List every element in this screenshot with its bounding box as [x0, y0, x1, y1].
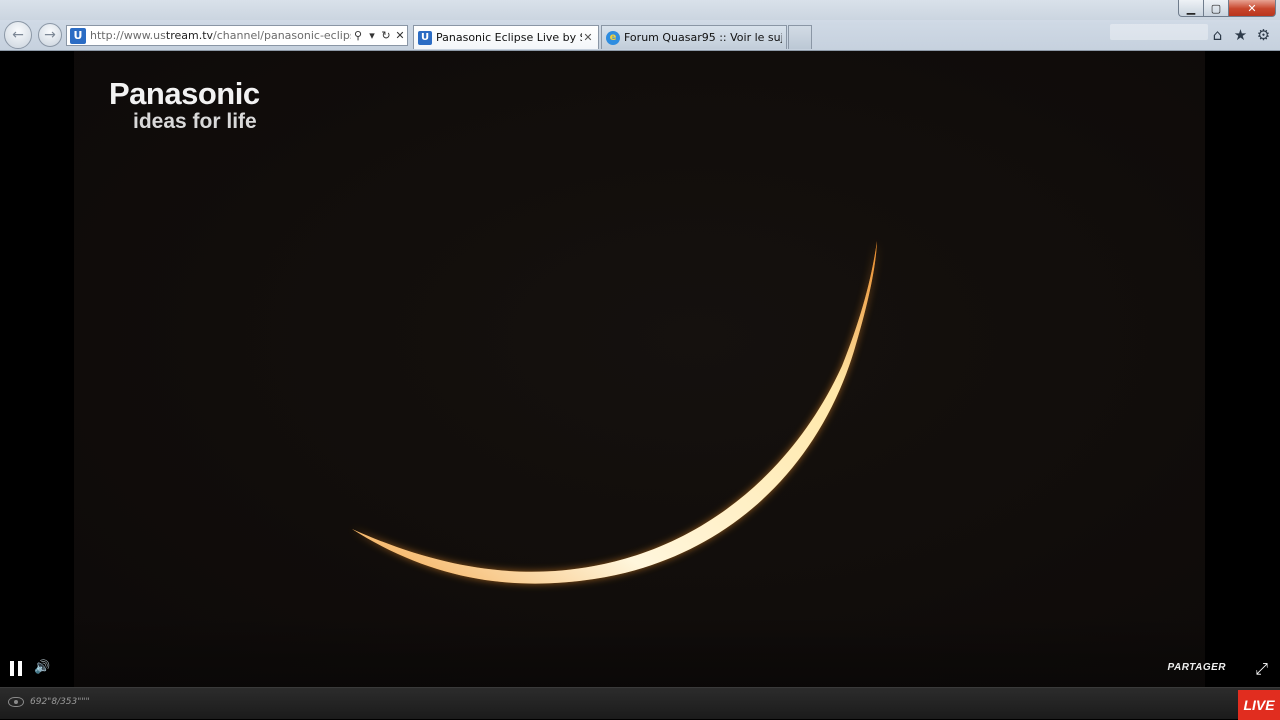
tab-label: Forum Quasar95 :: Voir le sujet ... [624, 31, 782, 44]
blurred-toolbar-region [1110, 24, 1208, 40]
tab-panasonic-eclipse[interactable]: U Panasonic Eclipse Live by S... ✕ [413, 25, 599, 49]
fullscreen-icon[interactable]: ⤢ [1255, 659, 1268, 679]
tab-close-icon[interactable]: ✕ [582, 31, 594, 44]
video-player[interactable]: Panasonic ideas for life 🔊 PARTAGER ⤢ [0, 51, 1280, 687]
viewer-count-text: 692"8/353""" [30, 697, 90, 707]
title-bar [0, 0, 1280, 20]
new-tab-button[interactable] [788, 25, 812, 49]
url-host: tream.tv [165, 29, 214, 42]
crescent-body [352, 241, 877, 584]
ustream-u-icon: U [418, 30, 432, 45]
panasonic-logo: Panasonic ideas for life [109, 77, 260, 133]
player-controls: 🔊 PARTAGER ⤢ [0, 654, 1280, 684]
favorites-icon[interactable]: ★ [1232, 26, 1249, 44]
tab-forum-quasar95[interactable]: e Forum Quasar95 :: Voir le sujet ... [601, 25, 787, 49]
pause-button[interactable] [10, 661, 24, 676]
address-url[interactable]: http://www.ustream.tv/channel/panasonic-… [90, 29, 351, 42]
stream-status-bar: 692"8/353""" LIVE [0, 687, 1280, 720]
pause-bar [18, 661, 22, 676]
address-dropdown-icon[interactable]: ▾ [365, 29, 379, 42]
maximize-button[interactable]: ▢ [1204, 0, 1229, 17]
volume-icon[interactable]: 🔊 [34, 660, 50, 675]
tab-label: Panasonic Eclipse Live by S... [436, 31, 582, 44]
tools-gear-icon[interactable]: ⚙ [1255, 26, 1272, 44]
refresh-icon[interactable]: ↻ [379, 29, 393, 42]
ie-icon: e [606, 30, 620, 45]
crescent-glow [352, 241, 877, 584]
browser-chrome: ▁ ▢ ✕ ← → U http://www.ustream.tv/channe… [0, 0, 1280, 51]
toolbar-icons: ⌂ ★ ⚙ [1209, 26, 1272, 44]
back-arrow-icon: ← [12, 27, 24, 43]
forward-arrow-icon: → [44, 27, 56, 43]
forward-button[interactable]: → [38, 23, 62, 47]
close-window-button[interactable]: ✕ [1229, 0, 1276, 17]
eye-icon [8, 697, 24, 707]
stop-icon[interactable]: ✕ [393, 29, 407, 42]
window-controls: ▁ ▢ ✕ [1178, 0, 1276, 17]
brand-name: Panasonic [109, 76, 260, 111]
viewer-count: 692"8/353""" [8, 697, 90, 707]
back-button[interactable]: ← [4, 21, 32, 49]
address-bar[interactable]: U http://www.ustream.tv/channel/panasoni… [66, 25, 408, 46]
url-path: /channel/panasonic-eclipse [213, 29, 351, 42]
eclipse-crescent-image [352, 241, 877, 584]
minimize-button[interactable]: ▁ [1178, 0, 1204, 17]
search-icon[interactable]: ⚲ [351, 29, 365, 42]
share-button[interactable]: PARTAGER [1168, 662, 1226, 673]
url-prefix: http://www.us [90, 29, 166, 42]
live-badge: LIVE [1238, 690, 1280, 720]
ustream-u-icon: U [70, 27, 86, 44]
home-icon[interactable]: ⌂ [1209, 26, 1226, 44]
brand-tagline: ideas for life [133, 110, 257, 133]
video-frame[interactable]: Panasonic ideas for life [74, 51, 1205, 687]
pause-bar [10, 661, 14, 676]
